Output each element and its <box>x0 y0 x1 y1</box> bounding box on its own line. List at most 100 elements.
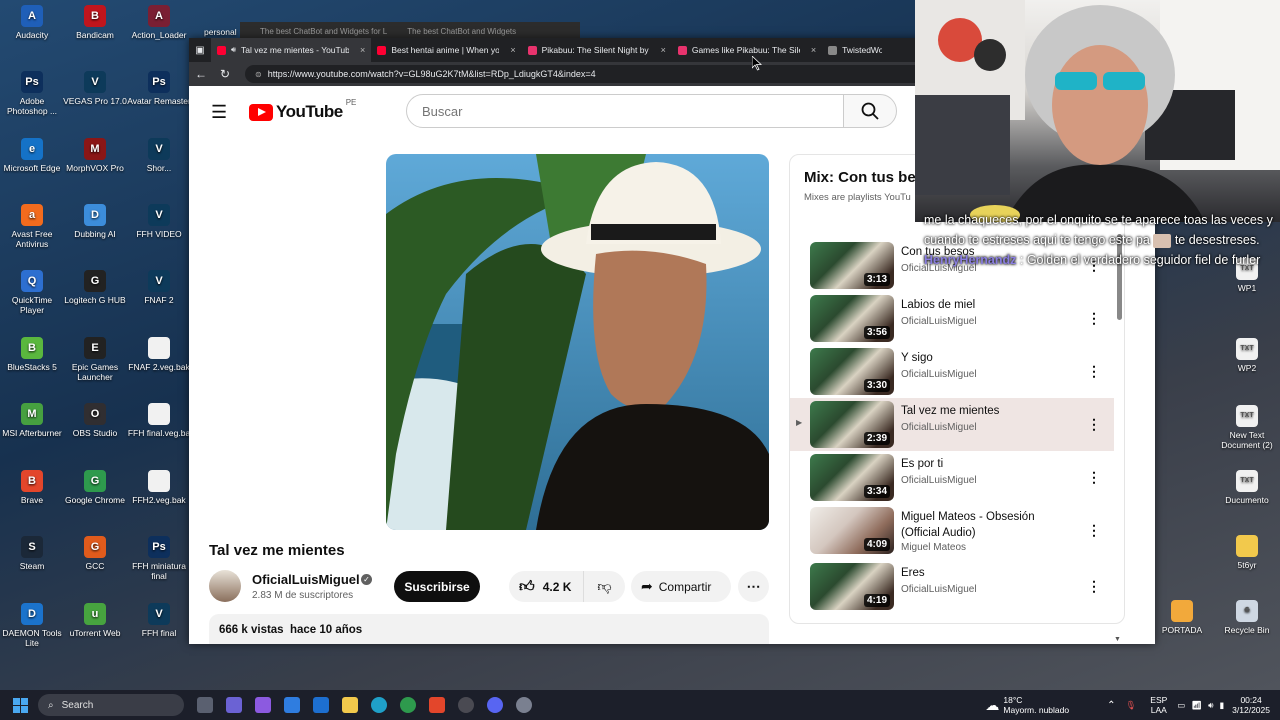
desktop-icon[interactable]: Ps Adobe Photoshop ... <box>0 71 64 116</box>
playlist-item[interactable]: 4:19 Eres OficialLuisMiguel ⋮ <box>790 560 1114 613</box>
playlist-item-thumbnail[interactable]: 3:56 <box>810 295 894 342</box>
tray-overflow-icon[interactable]: ⌃ <box>1107 700 1115 711</box>
desktop-icon[interactable]: D Dubbing AI <box>63 204 127 239</box>
desktop-icon[interactable]: u uTorrent Web <box>63 603 127 638</box>
background-tab-1[interactable]: The best ChatBot and Widgets for L <box>260 27 387 36</box>
playlist-item-thumbnail[interactable]: 3:34 <box>810 454 894 501</box>
desktop-icon[interactable]: V FFH final <box>127 603 191 638</box>
playlist-item[interactable]: ▶ 2:39 Tal vez me mientes OficialLuisMiguel… <box>790 398 1114 451</box>
desktop-icon[interactable]: FFH final.veg.ba <box>127 403 191 438</box>
channel-avatar[interactable] <box>209 570 241 602</box>
clock[interactable]: 00:24 3/12/2025 <box>1232 695 1270 715</box>
discord-icon[interactable] <box>487 697 503 713</box>
item-menu-icon[interactable]: ⋮ <box>1087 578 1101 595</box>
playlist-item[interactable]: 4:09 Miguel Mateos - Obsesión (Official A… <box>790 504 1114 557</box>
desktop-icon[interactable]: TXT New Text Document (2) <box>1215 405 1279 450</box>
task-view-icon[interactable] <box>197 697 213 713</box>
desktop-icon[interactable]: V FNAF 2 <box>127 270 191 305</box>
youtube-logo[interactable]: YouTube PE <box>249 98 356 122</box>
desktop-icon[interactable]: 5t6yr <box>1215 535 1279 570</box>
tab-close-icon[interactable]: × <box>510 45 515 55</box>
browser-tab[interactable]: Pikabuu: The Silent Night by Joyk × <box>522 38 672 62</box>
desktop-icon[interactable]: PORTADA <box>1150 600 1214 635</box>
desktop-icon[interactable]: A Action_Loader <box>127 5 191 40</box>
desktop-icon[interactable]: M MorphVOX Pro <box>63 138 127 173</box>
desktop-icon[interactable]: TXT Ducumento <box>1215 470 1279 505</box>
browser-tab[interactable]: Games like Pikabuu: The Silent Ni × <box>672 38 822 62</box>
obs-icon[interactable] <box>458 697 474 713</box>
weather-widget[interactable]: 18°C Mayorm. nublado <box>1003 695 1069 715</box>
desktop-icon[interactable]: FFH2.veg.bak <box>127 470 191 505</box>
desktop-icon[interactable]: E Epic Games Launcher <box>63 337 127 382</box>
playlist-item-thumbnail[interactable]: 3:30 <box>810 348 894 395</box>
playlist-item-thumbnail[interactable]: 4:09 <box>810 507 894 554</box>
item-menu-icon[interactable]: ⋮ <box>1087 416 1101 433</box>
like-button[interactable]: 👍︎ 4.2 K <box>509 571 584 602</box>
playlist-item-thumbnail[interactable]: 3:13 <box>810 242 894 289</box>
weather-icon[interactable]: ☁ <box>985 697 999 714</box>
desktop-icon[interactable]: B Bandicam <box>63 5 127 40</box>
playlist-item-thumbnail[interactable]: 4:19 <box>810 563 894 610</box>
browser-tab[interactable]: 🔊︎ Tal vez me mientes - YouTub × <box>211 38 372 62</box>
dislike-button[interactable]: 👎︎ <box>584 578 625 595</box>
mic-icon[interactable]: 🎙︎ <box>1125 700 1136 711</box>
tab-close-icon[interactable]: × <box>661 45 666 55</box>
tab-audio-icon[interactable]: 🔊︎ <box>231 45 236 55</box>
desktop-icon[interactable]: Ps Avatar Remaster <box>127 71 191 106</box>
desktop-icon[interactable]: Q QuickTime Player <box>0 270 64 315</box>
taskbar-search[interactable]: ⌕ Search <box>38 694 184 716</box>
item-menu-icon[interactable]: ⋮ <box>1087 522 1101 539</box>
desktop-icon[interactable]: V FFH VIDEO <box>127 204 191 239</box>
brave-icon[interactable] <box>429 697 445 713</box>
edge-icon[interactable] <box>371 697 387 713</box>
language-indicator[interactable]: ESP LAA <box>1150 695 1167 715</box>
teams-icon[interactable] <box>226 697 242 713</box>
playlist-item-thumbnail[interactable]: 2:39 <box>810 401 894 448</box>
copilot-icon[interactable] <box>255 697 271 713</box>
desktop-icon[interactable]: V VEGAS Pro 17.0 <box>63 71 127 106</box>
file-explorer-icon[interactable] <box>342 697 358 713</box>
tab-actions-icon[interactable]: ▣ <box>189 45 211 56</box>
more-actions-icon[interactable]: ⋯ <box>738 571 769 602</box>
browser-tab[interactable]: Best hentai anime | When you m × <box>371 38 521 62</box>
desktop-icon[interactable]: G GCC <box>63 536 127 571</box>
volume-icon[interactable]: 🔊︎ <box>1208 700 1213 711</box>
item-menu-icon[interactable]: ⋮ <box>1087 469 1101 486</box>
browser-tab[interactable]: TwistedWo <box>822 38 888 62</box>
search-input[interactable] <box>406 94 844 128</box>
desktop-icon[interactable]: Ps FFH miniatura final <box>127 536 191 581</box>
windows-start-icon[interactable] <box>13 698 28 713</box>
desktop-icon[interactable]: D DAEMON Tools Lite <box>0 603 64 648</box>
playlist-scroll-down-icon[interactable]: ▼ <box>1114 636 1121 643</box>
desktop-icon[interactable]: TXT WP2 <box>1215 338 1279 373</box>
tab-close-icon[interactable]: × <box>360 45 365 55</box>
menu-icon[interactable]: ☰ <box>211 102 227 123</box>
desktop-icon[interactable]: B Brave <box>0 470 64 505</box>
store-icon[interactable] <box>284 697 300 713</box>
background-tab-2[interactable]: The best ChatBot and Widgets <box>407 27 516 36</box>
reload-icon[interactable]: ↻ <box>213 67 237 81</box>
desktop-icon[interactable]: ♻ Recycle Bin <box>1215 600 1279 635</box>
desktop-icon[interactable]: S Steam <box>0 536 64 571</box>
battery-icon[interactable]: ▮ <box>1219 700 1224 711</box>
desktop-icon[interactable]: M MSI Afterburner <box>0 403 64 438</box>
mail-icon[interactable] <box>313 697 329 713</box>
search-button[interactable] <box>843 94 897 128</box>
playlist-item[interactable]: 3:30 Y sigo OficialLuisMiguel ⋮ <box>790 345 1114 398</box>
desktop-icon[interactable]: B BlueStacks 5 <box>0 337 64 372</box>
subscribe-button[interactable]: Suscribirse <box>394 571 480 602</box>
desktop-icon[interactable]: e Microsoft Edge <box>0 138 64 173</box>
site-info-icon[interactable]: ⊜ <box>255 70 262 79</box>
desktop-icon[interactable]: G Google Chrome <box>63 470 127 505</box>
desktop-icon[interactable]: G Logitech G HUB <box>63 270 127 305</box>
network-icon[interactable]: ▭ <box>1177 700 1185 711</box>
share-button[interactable]: ➦ Compartir <box>631 571 731 602</box>
wifi-icon[interactable]: 📶︎ <box>1191 700 1202 711</box>
back-icon[interactable]: ← <box>189 67 213 81</box>
playlist-item[interactable]: 3:34 Es por ti OficialLuisMiguel ⋮ <box>790 451 1114 504</box>
video-player[interactable] <box>386 154 769 530</box>
desktop-icon[interactable]: A Audacity <box>0 5 64 40</box>
desktop-icon[interactable]: V Shor... <box>127 138 191 173</box>
chrome-icon[interactable] <box>400 697 416 713</box>
desktop-icon[interactable]: O OBS Studio <box>63 403 127 438</box>
